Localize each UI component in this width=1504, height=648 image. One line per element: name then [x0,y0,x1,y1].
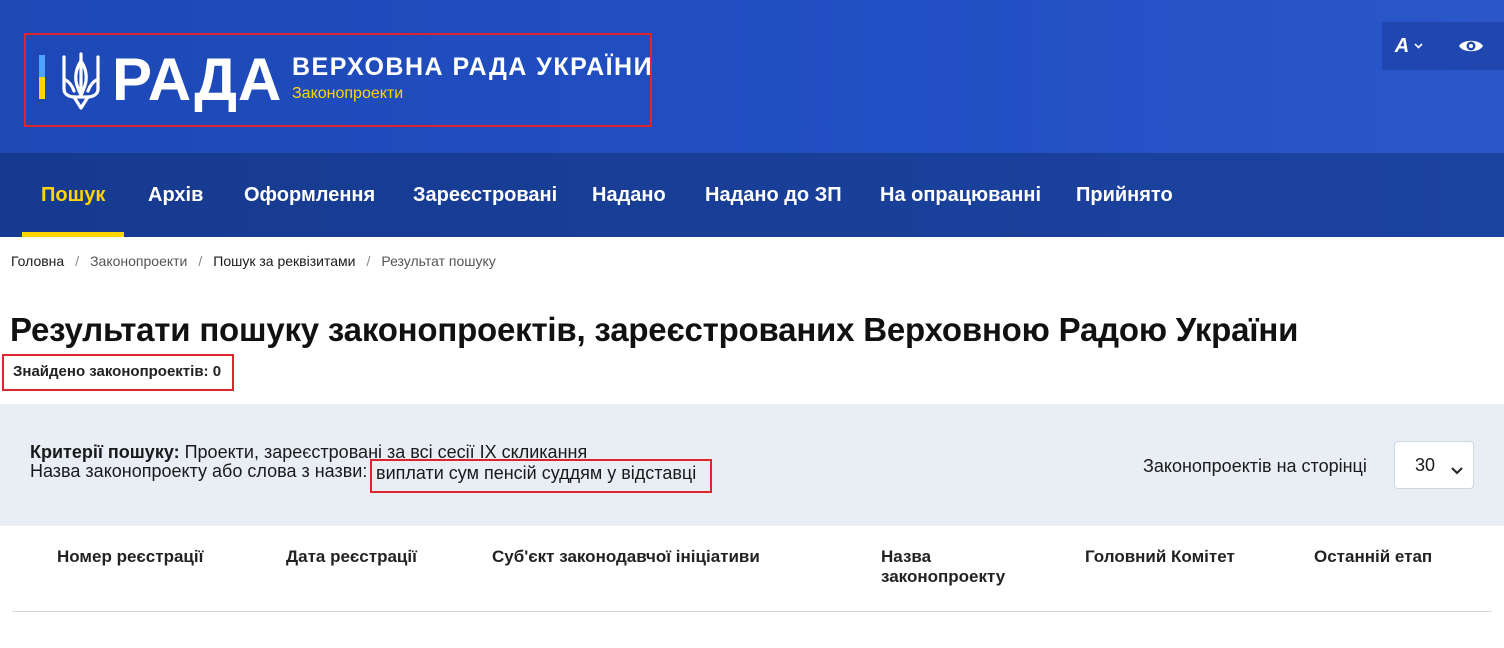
logo-title: ВЕРХОВНА РАДА УКРАЇНИ [292,53,654,81]
criteria-name-value: виплати сум пенсій суддям у відставці [370,459,712,493]
nav-item-drafting[interactable]: Оформлення [244,153,375,237]
per-page-value: 30 [1415,454,1436,475]
found-count: Знайдено законопроектів: 0 [2,354,234,391]
font-size-button[interactable]: A [1382,22,1436,70]
nav-item-registered[interactable]: Зареєстровані [413,153,557,237]
criteria-name-label: Назва законопроекту або слова з назви: [30,461,368,481]
per-page-label: Законопроектів на сторінці [1143,456,1367,476]
nav-item-provided[interactable]: Надано [592,153,666,237]
chevron-down-icon [1414,41,1423,52]
site-header: РАДА ВЕРХОВНА РАДА УКРАЇНИ Законопроекти… [0,0,1504,153]
logo-word: РАДА [112,46,283,113]
column-header-number[interactable]: Номер реєстрації [57,547,203,567]
column-header-title[interactable]: Назва законопроекту [881,547,1031,587]
chevron-down-icon [1451,459,1463,480]
nav-item-in-processing[interactable]: На опрацюванні [880,153,1041,237]
page-title: Результати пошуку законопроектів, зареєс… [10,311,1299,348]
accessibility-tools: A [1382,22,1504,70]
per-page-select[interactable]: 30 [1394,441,1474,489]
table-divider [12,611,1492,612]
breadcrumb: Головна / Законопроекти / Пошук за рекві… [11,253,496,269]
column-header-committee[interactable]: Головний Комітет [1085,547,1235,567]
breadcrumb-current: Результат пошуку [381,253,496,269]
column-header-date[interactable]: Дата реєстрації [286,547,417,567]
breadcrumb-bills[interactable]: Законопроекти [90,253,187,269]
nav-item-search[interactable]: Пошук [21,153,125,237]
logo-subtitle: Законопроекти [292,85,404,102]
criteria-label: Критерії пошуку: [30,442,180,462]
nav-item-adopted[interactable]: Прийнято [1076,153,1173,237]
trident-icon [62,52,100,110]
breadcrumb-home[interactable]: Головна [11,253,64,269]
main-nav: Пошук Архів Оформлення Зареєстровані Над… [0,153,1504,237]
font-size-label: A [1394,34,1410,57]
search-criteria: Критерії пошуку: Проекти, зареєстровані … [0,404,1504,526]
nav-item-provided-zp[interactable]: Надано до ЗП [705,153,842,237]
column-header-last-stage[interactable]: Останній етап [1314,547,1432,567]
column-header-subject[interactable]: Суб'єкт законодавчої ініціативи [492,547,760,567]
nav-item-archive[interactable]: Архів [148,153,203,237]
breadcrumb-search[interactable]: Пошук за реквізитами [213,253,355,269]
eye-icon[interactable] [1444,22,1498,70]
flag-stripe [39,55,45,99]
site-logo[interactable]: РАДА ВЕРХОВНА РАДА УКРАЇНИ Законопроекти [24,33,652,127]
